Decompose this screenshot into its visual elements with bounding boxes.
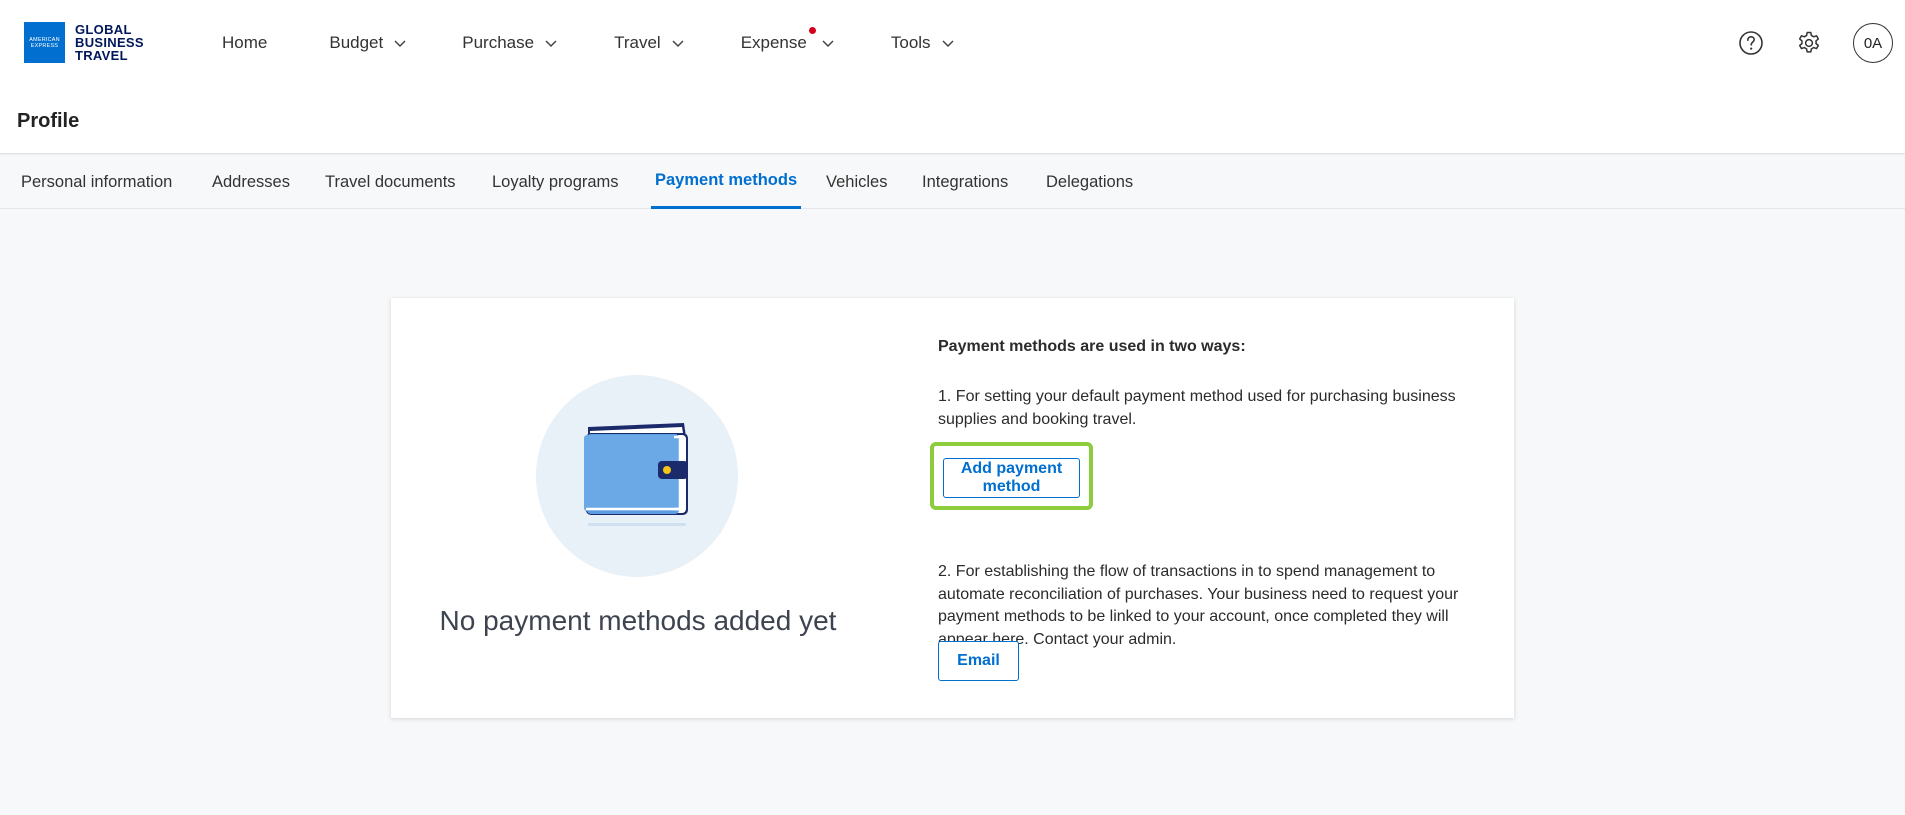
nav-item-label: Home	[222, 33, 268, 52]
main-nav: Home Budget Purchase Travel Expense Tool…	[222, 0, 997, 86]
page-header: Profile	[0, 86, 1905, 154]
help-icon	[1739, 31, 1763, 55]
logo-text-line-3: TRAVEL	[75, 48, 128, 63]
nav-item-label: Travel	[614, 33, 661, 52]
logo-text: GLOBAL BUSINESS TRAVEL	[75, 23, 144, 62]
add-payment-highlight: Add payment method	[930, 442, 1093, 510]
wallet-icon	[584, 423, 688, 526]
top-navigation: AMERICAN EXPRESS GLOBAL BUSINESS TRAVEL …	[0, 0, 1905, 86]
info-point-2: 2. For establishing the flow of transact…	[938, 563, 1459, 648]
tab-payment-methods[interactable]: Payment methods	[651, 155, 802, 209]
notification-dot	[808, 27, 816, 34]
tab-loyalty-programs[interactable]: Loyalty programs	[488, 155, 623, 209]
nav-item-label: Budget	[329, 33, 384, 52]
nav-item-label: Expense	[740, 33, 807, 52]
info-point-1: 1. For setting your default payment meth…	[938, 388, 1456, 428]
gear-icon	[1798, 31, 1820, 53]
amex-gbt-logo[interactable]: AMERICAN EXPRESS GLOBAL BUSINESS TRAVEL	[24, 22, 144, 63]
nav-item-budget[interactable]: Budget	[329, 33, 407, 53]
chevron-down-icon	[672, 40, 684, 48]
page-title: Profile	[17, 110, 80, 132]
email-button[interactable]: Email	[938, 641, 1019, 681]
settings-button[interactable]	[1795, 29, 1823, 57]
nav-item-purchase[interactable]: Purchase	[462, 33, 558, 53]
help-button[interactable]	[1737, 29, 1765, 57]
nav-item-label: Purchase	[462, 33, 535, 52]
chevron-down-icon	[942, 40, 954, 48]
tab-travel-documents[interactable]: Travel documents	[321, 155, 460, 209]
tab-delegations[interactable]: Delegations	[1042, 155, 1137, 209]
payment-methods-card: No payment methods added yet Payment met…	[391, 298, 1514, 718]
nav-item-expense[interactable]: Expense	[740, 27, 835, 53]
profile-tabs: Personal information Addresses Travel do…	[0, 155, 1905, 209]
nav-utilities: 0A	[1737, 0, 1905, 86]
nav-item-tools[interactable]: Tools	[891, 33, 955, 53]
tab-addresses[interactable]: Addresses	[208, 155, 294, 209]
chevron-down-icon	[394, 40, 406, 48]
tab-integrations[interactable]: Integrations	[918, 155, 1012, 209]
info-heading: Payment methods are used in two ways:	[938, 338, 1246, 355]
empty-state-title: No payment methods added yet	[439, 605, 837, 636]
tab-personal-information[interactable]: Personal information	[17, 155, 176, 209]
add-payment-method-button[interactable]: Add payment method	[943, 458, 1080, 498]
chevron-down-icon	[545, 40, 557, 48]
wallet-illustration	[536, 375, 738, 577]
info-section: Payment methods are used in two ways: 1.…	[938, 336, 1478, 648]
nav-item-travel[interactable]: Travel	[614, 33, 685, 53]
amex-logo-box: AMERICAN EXPRESS	[24, 22, 65, 63]
avatar[interactable]: 0A	[1853, 23, 1893, 63]
logo-box-line-2: EXPRESS	[30, 42, 59, 49]
tab-vehicles[interactable]: Vehicles	[822, 155, 891, 209]
nav-item-home[interactable]: Home	[222, 33, 267, 53]
chevron-down-icon	[822, 40, 834, 48]
nav-item-label: Tools	[890, 33, 931, 52]
